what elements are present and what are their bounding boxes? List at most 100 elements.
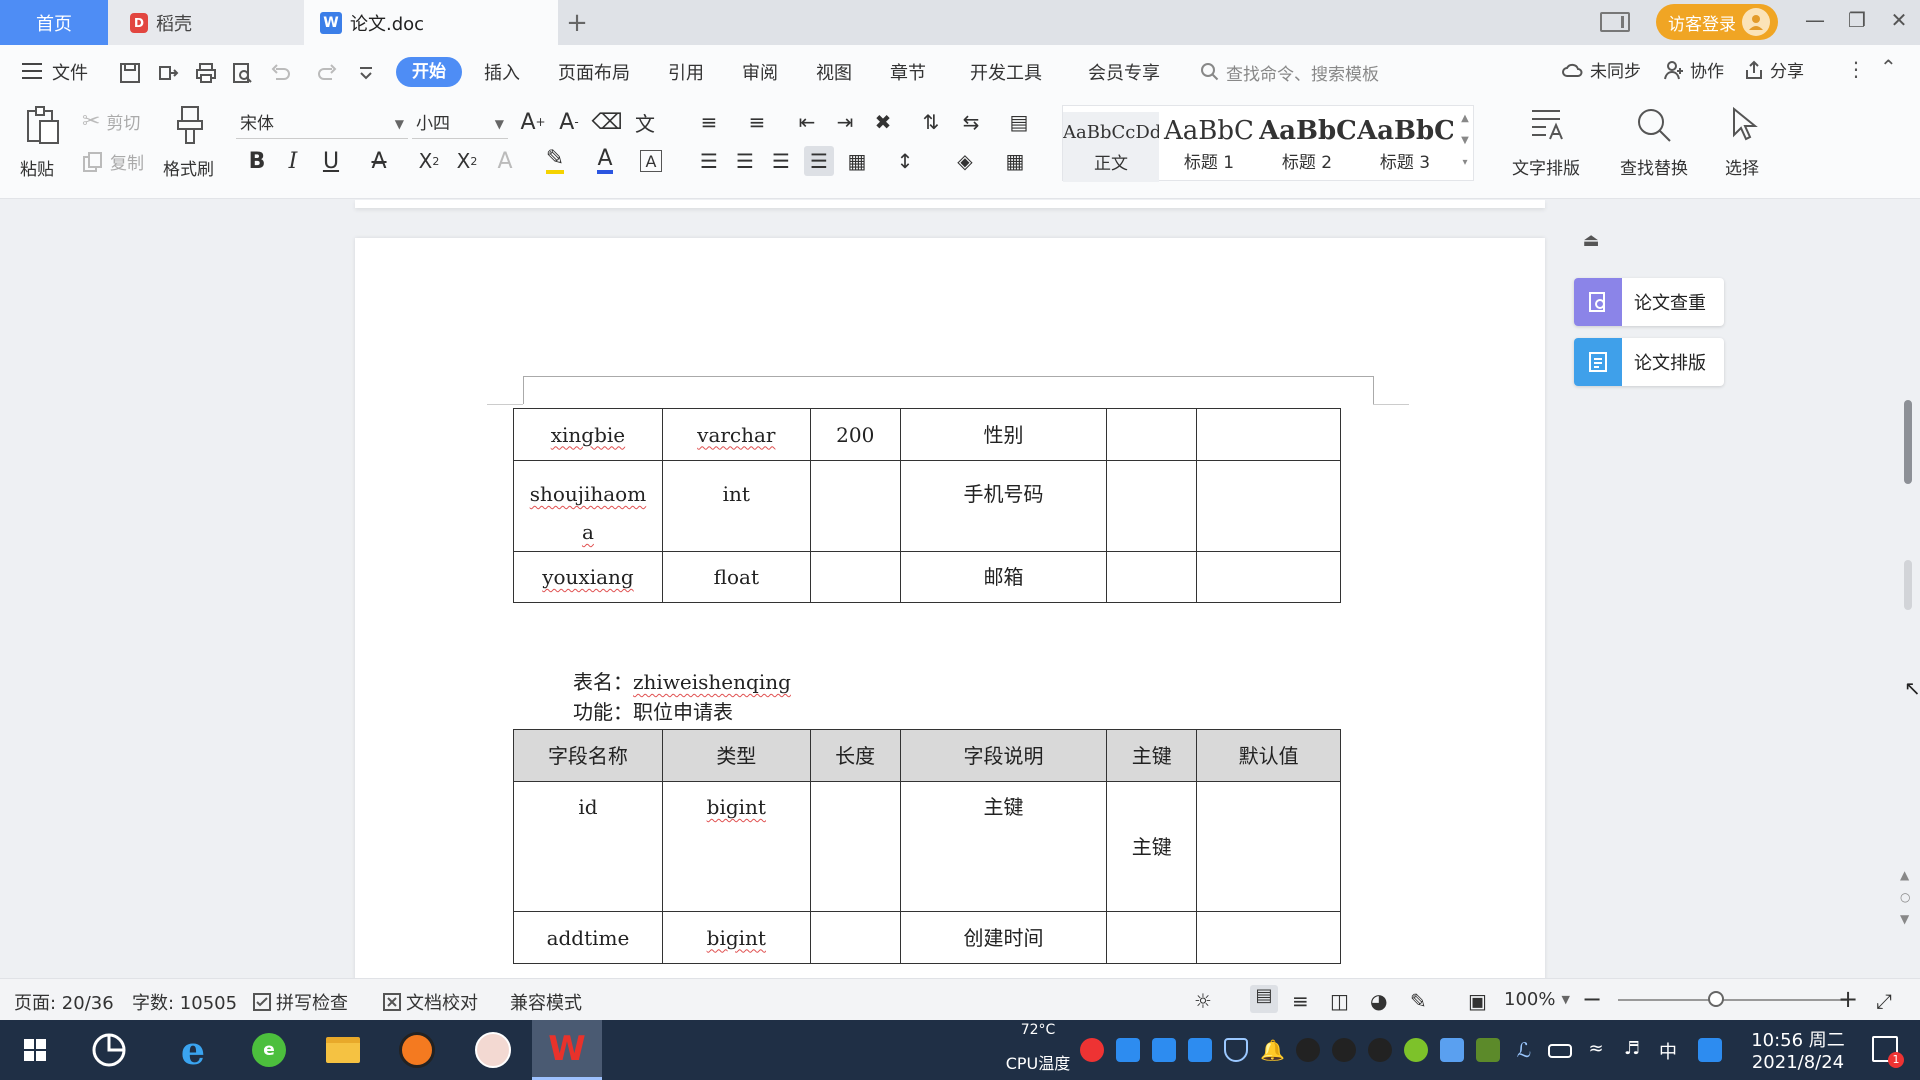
zoom-out-icon[interactable]: −	[1582, 985, 1602, 1013]
tab-document[interactable]: W 论文.doc	[304, 0, 558, 45]
save-icon[interactable]	[118, 61, 142, 85]
menu-member[interactable]: 会员专享	[1088, 59, 1160, 85]
page-indicator[interactable]: 页面: 20/36	[14, 989, 114, 1015]
close-icon[interactable]: ✕	[1884, 8, 1914, 32]
doc-proofread-button[interactable]: 文档校对	[382, 989, 478, 1015]
subscript-icon[interactable]: X2	[452, 146, 482, 176]
borders-icon[interactable]: ▦	[1000, 146, 1030, 176]
ninja-app-icon[interactable]	[382, 1020, 452, 1080]
styles-scroll-icon[interactable]: ▲ ▼ ▾	[1457, 108, 1473, 178]
justify-icon[interactable]: ☰	[804, 146, 834, 176]
decrease-font-icon[interactable]: A-	[554, 107, 584, 137]
wifi-icon[interactable]: ≈	[1584, 1038, 1608, 1062]
more-options-icon[interactable]: ⋮	[1846, 57, 1866, 81]
text-direction-icon[interactable]: ⇆	[956, 107, 986, 137]
menu-view[interactable]: 视图	[816, 59, 852, 85]
italic-icon[interactable]: I	[278, 146, 308, 176]
text-effect-icon[interactable]: A	[490, 146, 520, 176]
menu-insert[interactable]: 插入	[484, 59, 520, 85]
bell-tray-icon[interactable]: 🔔	[1260, 1038, 1285, 1062]
font-name-select[interactable]: 宋体 ▼	[236, 109, 408, 139]
wps-writer-taskbar-icon[interactable]: W	[532, 1020, 602, 1080]
clear-format-icon[interactable]: ⌫	[591, 107, 622, 137]
menu-page-layout[interactable]: 页面布局	[558, 59, 630, 85]
outline-view-icon[interactable]: ≡	[1292, 989, 1309, 1013]
highlight-icon[interactable]: ✎	[540, 146, 570, 176]
tab-home[interactable]: 首页	[0, 0, 108, 45]
tray-app-icon[interactable]	[1188, 1038, 1212, 1062]
guest-login-button[interactable]: 访客登录	[1656, 4, 1778, 40]
collapse-ribbon-icon[interactable]: ⌃	[1880, 55, 1897, 79]
battery-icon[interactable]	[1548, 1044, 1572, 1058]
font-color-icon[interactable]: A	[590, 146, 620, 176]
shield-tray-icon[interactable]	[1224, 1038, 1248, 1062]
restore-icon[interactable]: ❐	[1842, 8, 1872, 32]
print-preview-icon[interactable]	[230, 61, 254, 85]
field-table-1[interactable]: xingbie varchar 200 性别 shoujihaoma int 手…	[513, 408, 1341, 603]
web-view-icon[interactable]: ◕	[1370, 989, 1387, 1013]
align-left-icon[interactable]: ☰	[694, 146, 724, 176]
collaborate-button[interactable]: 协作	[1664, 57, 1724, 82]
bluetooth-icon[interactable]: ℒ	[1512, 1038, 1536, 1062]
line-spacing-icon[interactable]: ↕	[890, 146, 920, 176]
document-page[interactable]: xingbie varchar 200 性别 shoujihaoma int 手…	[355, 238, 1545, 978]
layout-switch-icon[interactable]	[1600, 12, 1630, 32]
undo-icon[interactable]	[268, 61, 292, 85]
fit-page-icon[interactable]: ▣	[1468, 989, 1487, 1013]
menu-review[interactable]: 审阅	[742, 59, 778, 85]
format-painter-button[interactable]: 格式刷	[160, 105, 222, 195]
input-method-indicator[interactable]: 中	[1656, 1038, 1680, 1064]
green-plus-tray-icon[interactable]	[1404, 1038, 1428, 1062]
text-layout-button[interactable]: 文字排版	[1496, 105, 1596, 179]
eye-protection-icon[interactable]: ☼	[1194, 989, 1212, 1013]
qq-browser-tray-icon[interactable]	[1698, 1038, 1722, 1062]
character-border-icon[interactable]: A	[640, 150, 662, 172]
field-table-2[interactable]: 字段名称 类型 长度 字段说明 主键 默认值 id bigint 主键 主键 a…	[513, 729, 1341, 964]
tray-app-icon[interactable]	[1116, 1038, 1140, 1062]
style-normal[interactable]: AaBbCcDd 正文	[1063, 112, 1159, 182]
windows-start-icon[interactable]	[0, 1020, 70, 1080]
increase-font-icon[interactable]: A +	[518, 107, 548, 137]
file-explorer-icon[interactable]	[308, 1020, 378, 1080]
nvidia-tray-icon[interactable]	[1476, 1038, 1500, 1062]
clock-time[interactable]: 10:56 周二	[1738, 1026, 1858, 1052]
sort-icon[interactable]: ⇅	[916, 107, 946, 137]
style-heading-3[interactable]: AaBbC 标题 3	[1357, 112, 1453, 182]
document-canvas[interactable]: xingbie varchar 200 性别 shoujihaoma int 手…	[0, 200, 1920, 978]
numbered-list-icon[interactable]: ≡	[742, 107, 772, 137]
show-marks-icon[interactable]: ▤	[1004, 107, 1034, 137]
style-heading-2[interactable]: AaBbC 标题 2	[1259, 112, 1355, 182]
chinese-layout-icon[interactable]: ✖	[868, 107, 898, 137]
align-center-icon[interactable]: ☰	[730, 146, 760, 176]
clock-date[interactable]: 2021/8/24	[1738, 1052, 1858, 1073]
word-count[interactable]: 字数: 10505	[132, 989, 237, 1015]
decrease-indent-icon[interactable]: ⇤	[792, 107, 822, 137]
menu-chapter[interactable]: 章节	[890, 59, 926, 85]
reading-view-icon[interactable]: ◫	[1330, 989, 1349, 1013]
paste-button[interactable]: 粘贴	[20, 105, 70, 195]
copy-button[interactable]: 复制	[82, 149, 144, 174]
zoom-slider[interactable]	[1618, 999, 1848, 1001]
write-mode-icon[interactable]: ✎	[1410, 989, 1427, 1013]
customize-quick-access-icon[interactable]	[354, 61, 378, 85]
tab-daoke[interactable]: D 稻壳	[108, 0, 304, 45]
qq-tray-icon[interactable]	[1332, 1038, 1356, 1062]
menu-developer-tools[interactable]: 开发工具	[970, 59, 1042, 85]
internet-explorer-icon[interactable]: e	[158, 1020, 228, 1080]
next-page-icon[interactable]: ▼	[1900, 912, 1914, 926]
redo-icon[interactable]	[316, 61, 340, 85]
print-icon[interactable]	[194, 61, 218, 85]
paper-check-button[interactable]: 论文查重	[1574, 278, 1724, 326]
qq-tray-icon[interactable]	[1296, 1038, 1320, 1062]
cut-button[interactable]: ✂ 剪切	[82, 109, 140, 134]
command-search[interactable]: 查找命令、搜索模板	[1200, 57, 1440, 87]
security-tray-icon[interactable]	[1080, 1038, 1104, 1062]
zoom-slider-thumb[interactable]	[1708, 991, 1724, 1007]
select-browse-object-icon[interactable]: ○	[1900, 890, 1914, 904]
spell-check-button[interactable]: 拼写检查	[252, 989, 348, 1015]
hamburger-menu-icon[interactable]	[22, 63, 42, 79]
style-heading-1[interactable]: AaBbC 标题 1	[1161, 112, 1257, 182]
qq-tray-icon[interactable]	[1368, 1038, 1392, 1062]
menu-references[interactable]: 引用	[668, 59, 704, 85]
menu-file[interactable]: 文件	[52, 59, 88, 85]
